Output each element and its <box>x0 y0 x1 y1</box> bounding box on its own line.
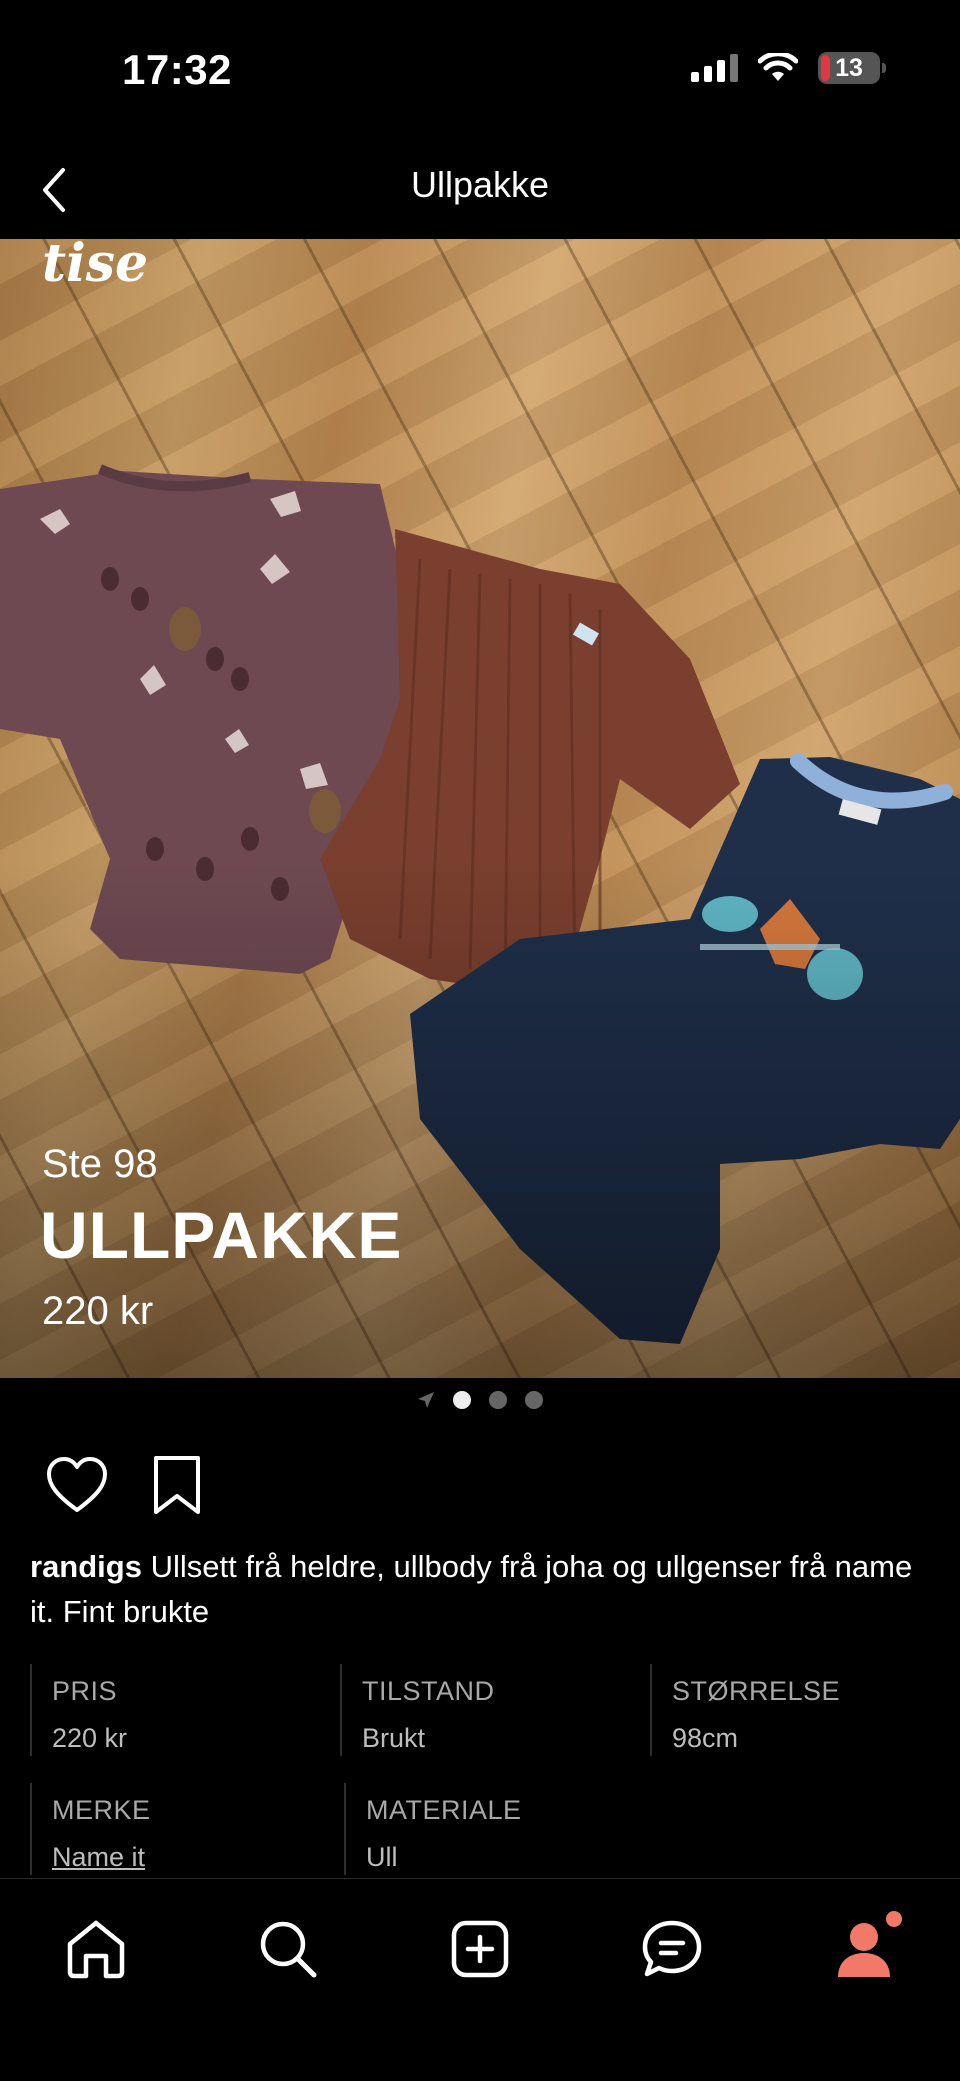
detail-value: 220 kr <box>52 1723 128 1753</box>
detail-label: PRIS <box>52 1676 118 1706</box>
tab-messages[interactable] <box>632 1909 712 1989</box>
like-button[interactable] <box>44 1452 110 1518</box>
bookmark-icon <box>154 1456 200 1514</box>
tab-profile[interactable] <box>824 1909 904 1989</box>
hero-title: ULLPAKKE <box>40 1198 403 1272</box>
details-grid: PRIS 220 kr TILSTAND Brukt STØRRELSE 98c… <box>30 1664 960 1902</box>
action-bar <box>44 1452 210 1518</box>
detail-material: MATERIALE Ull <box>344 1783 658 1875</box>
tise-logo: tise <box>42 239 149 294</box>
page-title: Ullpakke <box>410 164 550 205</box>
listing-image[interactable]: tise Ste 98 ULLPAKKE 220 kr <box>0 239 960 1378</box>
status-time: 17:32 <box>122 46 232 93</box>
add-icon <box>451 1920 509 1978</box>
image-pager <box>0 1386 960 1414</box>
pager-dot[interactable] <box>525 1391 543 1409</box>
hero-size: Ste 98 <box>42 1142 158 1186</box>
tab-home[interactable] <box>56 1909 136 1989</box>
listing-description: randigs Ullsett frå heldre, ullbody frå … <box>30 1544 930 1634</box>
location-arrow-icon <box>418 1392 434 1408</box>
detail-label: STØRRELSE <box>672 1676 841 1706</box>
wifi-icon <box>758 53 798 81</box>
search-icon <box>260 1921 317 1978</box>
bottom-tab-bar <box>0 1878 960 2081</box>
pager-dot[interactable] <box>489 1391 507 1409</box>
detail-value: Brukt <box>362 1723 426 1753</box>
brand-link[interactable]: Name it <box>52 1842 344 1873</box>
tab-search[interactable] <box>248 1909 328 1989</box>
battery-level: 13 <box>835 53 863 82</box>
notification-badge <box>886 1911 902 1927</box>
detail-condition: TILSTAND Brukt <box>340 1664 650 1756</box>
nav-header: Ullpakke <box>0 140 960 240</box>
signal-icon <box>691 54 738 82</box>
detail-label: TILSTAND <box>362 1676 495 1706</box>
detail-brand: MERKE Name it <box>30 1783 344 1875</box>
detail-value: Ull <box>366 1842 398 1872</box>
chat-icon <box>642 1920 702 1977</box>
save-button[interactable] <box>144 1452 210 1518</box>
detail-size: STØRRELSE 98cm <box>650 1664 960 1756</box>
status-icons: 13 <box>691 52 886 84</box>
heart-icon <box>47 1457 107 1512</box>
pager-dot[interactable] <box>453 1391 471 1409</box>
tab-add-listing[interactable] <box>440 1909 520 1989</box>
status-bar: 17:32 13 <box>0 0 960 140</box>
battery-icon: 13 <box>818 52 886 84</box>
detail-label: MATERIALE <box>366 1795 522 1825</box>
hero-price: 220 kr <box>42 1289 154 1333</box>
seller-username[interactable]: randigs <box>30 1549 142 1584</box>
detail-value: 98cm <box>672 1723 739 1753</box>
description-text: Ullsett frå heldre, ullbody frå joha og … <box>30 1549 913 1629</box>
profile-icon <box>838 1923 890 1977</box>
home-icon <box>67 1920 125 1979</box>
detail-price: PRIS 220 kr <box>30 1664 340 1756</box>
detail-label: MERKE <box>52 1795 151 1825</box>
